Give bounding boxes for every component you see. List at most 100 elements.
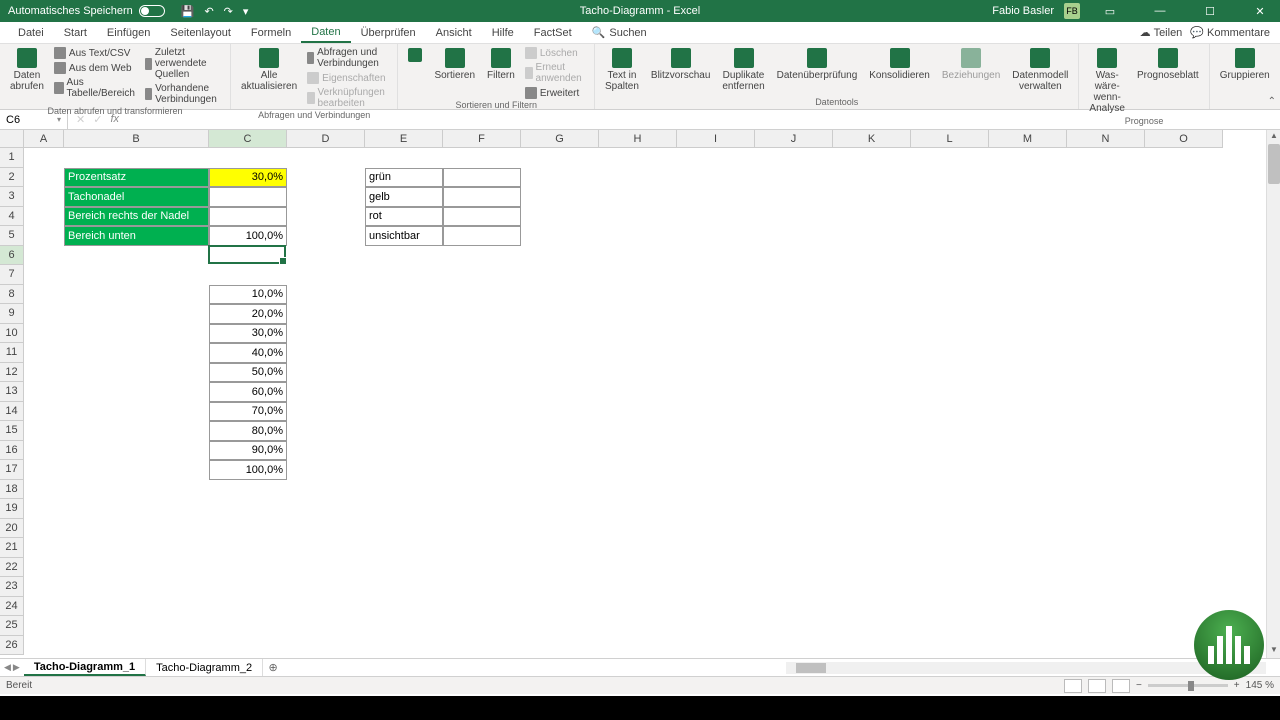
blitzvorschau-button[interactable]: Blitzvorschau — [647, 46, 714, 83]
scroll-down-icon[interactable]: ▼ — [1268, 645, 1280, 657]
add-sheet-button[interactable]: ⊕ — [263, 661, 283, 674]
row-head-6[interactable]: 6 — [0, 246, 24, 266]
cell-C3[interactable] — [209, 187, 287, 207]
sheet-tab-2[interactable]: Tacho-Diagramm_2 — [146, 659, 263, 676]
col-head-H[interactable]: H — [599, 130, 677, 148]
cell-B5[interactable]: Bereich unten — [64, 226, 209, 246]
cell-E2[interactable]: grün — [365, 168, 443, 188]
comments-button[interactable]: 💬 Kommentare — [1190, 26, 1270, 39]
search-box[interactable]: 🔍 Suchen — [582, 22, 657, 43]
row-head-11[interactable]: 11 — [0, 343, 24, 363]
row-head-22[interactable]: 22 — [0, 558, 24, 578]
was-waere-wenn-button[interactable]: Was-wäre-wenn-Analyse — [1085, 46, 1129, 116]
col-head-L[interactable]: L — [911, 130, 989, 148]
sort-asc-button[interactable] — [404, 46, 426, 64]
aus-text-csv-button[interactable]: Aus Text/CSV — [52, 46, 139, 60]
row-head-13[interactable]: 13 — [0, 382, 24, 402]
horizontal-scrollbar[interactable] — [786, 662, 1266, 674]
row-head-18[interactable]: 18 — [0, 480, 24, 500]
cell-C14[interactable]: 70,0% — [209, 402, 287, 422]
cell-B4[interactable]: Bereich rechts der Nadel — [64, 207, 209, 227]
row-head-25[interactable]: 25 — [0, 616, 24, 636]
col-head-I[interactable]: I — [677, 130, 755, 148]
aus-tabelle-button[interactable]: Aus Tabelle/Bereich — [52, 76, 139, 100]
tab-ueberpruefen[interactable]: Überprüfen — [351, 22, 426, 43]
daten-abrufen-button[interactable]: Daten abrufen — [6, 46, 48, 94]
sortieren-button[interactable]: Sortieren — [430, 46, 479, 83]
tab-factset[interactable]: FactSet — [524, 22, 582, 43]
tab-daten[interactable]: Daten — [301, 22, 350, 43]
aus-dem-web-button[interactable]: Aus dem Web — [52, 61, 139, 75]
row-head-15[interactable]: 15 — [0, 421, 24, 441]
erweitert-button[interactable]: Erweitert — [523, 86, 588, 100]
undo-icon[interactable]: ↶ — [204, 5, 213, 18]
col-head-O[interactable]: O — [1145, 130, 1223, 148]
row-head-1[interactable]: 1 — [0, 148, 24, 168]
redo-icon[interactable]: ↷ — [224, 5, 233, 18]
user-name[interactable]: Fabio Basler — [992, 5, 1054, 17]
cell-F5[interactable] — [443, 226, 521, 246]
datenueberpruefung-button[interactable]: Datenüberprüfung — [773, 46, 862, 83]
row-head-7[interactable]: 7 — [0, 265, 24, 285]
col-head-J[interactable]: J — [755, 130, 833, 148]
minimize-icon[interactable]: — — [1140, 0, 1180, 22]
cell-E5[interactable]: unsichtbar — [365, 226, 443, 246]
tab-einfuegen[interactable]: Einfügen — [97, 22, 160, 43]
cell-F2[interactable] — [443, 168, 521, 188]
col-head-K[interactable]: K — [833, 130, 911, 148]
normal-view-button[interactable] — [1064, 679, 1082, 693]
datenmodell-button[interactable]: Datenmodell verwalten — [1008, 46, 1072, 94]
cell-C15[interactable]: 80,0% — [209, 421, 287, 441]
cell-F3[interactable] — [443, 187, 521, 207]
cell-C13[interactable]: 60,0% — [209, 382, 287, 402]
row-head-24[interactable]: 24 — [0, 597, 24, 617]
row-head-20[interactable]: 20 — [0, 519, 24, 539]
zoom-handle[interactable] — [1188, 681, 1194, 691]
zoom-in-icon[interactable]: + — [1234, 680, 1240, 691]
cell-C4[interactable] — [209, 207, 287, 227]
sheet-tab-1[interactable]: Tacho-Diagramm_1 — [24, 659, 146, 676]
row-head-8[interactable]: 8 — [0, 285, 24, 305]
close-icon[interactable]: ✕ — [1240, 0, 1280, 22]
abfragen-verbindungen-button[interactable]: Abfragen und Verbindungen — [305, 46, 391, 70]
sheet-nav-prev-icon[interactable]: ◀ — [4, 662, 11, 673]
cell-C8[interactable]: 10,0% — [209, 285, 287, 305]
tab-hilfe[interactable]: Hilfe — [482, 22, 524, 43]
cell-E4[interactable]: rot — [365, 207, 443, 227]
row-head-19[interactable]: 19 — [0, 499, 24, 519]
row-head-23[interactable]: 23 — [0, 577, 24, 597]
col-head-M[interactable]: M — [989, 130, 1067, 148]
page-layout-view-button[interactable] — [1088, 679, 1106, 693]
vorhandene-verbindungen-button[interactable]: Vorhandene Verbindungen — [143, 82, 224, 106]
text-in-spalten-button[interactable]: Text in Spalten — [601, 46, 643, 94]
spreadsheet-grid[interactable]: ABCDEFGHIJKLMNO 123456789101112131415161… — [0, 130, 1280, 658]
konsolidieren-button[interactable]: Konsolidieren — [865, 46, 934, 83]
scroll-up-icon[interactable]: ▲ — [1268, 131, 1280, 143]
row-head-16[interactable]: 16 — [0, 441, 24, 461]
share-button[interactable]: ☁ Teilen — [1140, 26, 1183, 39]
row-head-17[interactable]: 17 — [0, 460, 24, 480]
row-head-9[interactable]: 9 — [0, 304, 24, 324]
col-head-G[interactable]: G — [521, 130, 599, 148]
col-head-D[interactable]: D — [287, 130, 365, 148]
customize-qat-icon[interactable]: ▾ — [243, 5, 249, 18]
cell-C2[interactable]: 30,0% — [209, 168, 287, 188]
col-head-A[interactable]: A — [24, 130, 64, 148]
alle-aktualisieren-button[interactable]: Alle aktualisieren — [237, 46, 301, 94]
row-head-12[interactable]: 12 — [0, 363, 24, 383]
row-head-21[interactable]: 21 — [0, 538, 24, 558]
row-head-5[interactable]: 5 — [0, 226, 24, 246]
tab-start[interactable]: Start — [54, 22, 97, 43]
cell-E3[interactable]: gelb — [365, 187, 443, 207]
tab-datei[interactable]: Datei — [8, 22, 54, 43]
col-head-E[interactable]: E — [365, 130, 443, 148]
zoom-slider[interactable] — [1148, 684, 1228, 687]
row-head-10[interactable]: 10 — [0, 324, 24, 344]
zuletzt-verwendete-button[interactable]: Zuletzt verwendete Quellen — [143, 46, 224, 81]
prognoseblatt-button[interactable]: Prognoseblatt — [1133, 46, 1203, 83]
sheet-nav-next-icon[interactable]: ▶ — [13, 662, 20, 673]
tab-formeln[interactable]: Formeln — [241, 22, 301, 43]
confirm-formula-icon[interactable]: ✓ — [93, 113, 102, 126]
row-head-4[interactable]: 4 — [0, 207, 24, 227]
tab-ansicht[interactable]: Ansicht — [426, 22, 482, 43]
